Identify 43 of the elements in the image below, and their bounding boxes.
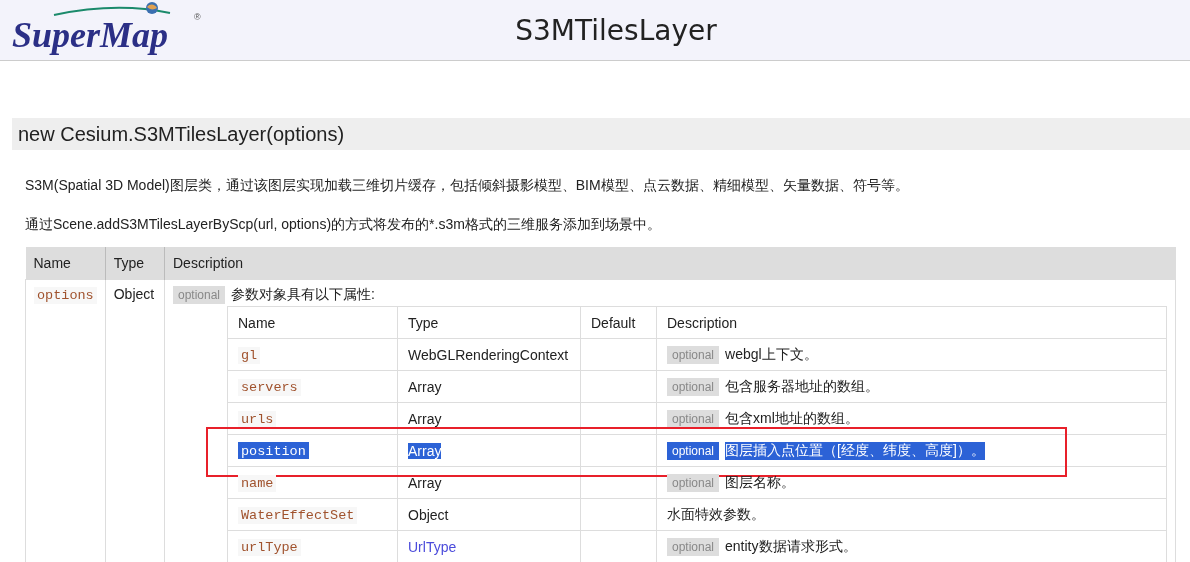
column-header: Type: [105, 247, 165, 280]
property-name: WaterEffectSet: [238, 507, 358, 524]
optional-badge: optional: [667, 537, 720, 556]
column-header: Name: [227, 306, 398, 339]
optional-badge: optional: [667, 409, 720, 428]
property-type: Array: [408, 378, 442, 395]
property-type: Array: [408, 442, 442, 459]
column-header: Description: [164, 247, 1176, 280]
property-description: 水面特效参数。: [667, 505, 765, 522]
property-description: 图层名称。: [725, 473, 796, 490]
type-link[interactable]: UrlType: [408, 538, 457, 555]
page-title: S3MTilesLayer: [514, 13, 718, 47]
table-cell: Object: [105, 279, 165, 562]
property-type: Array: [408, 474, 442, 491]
property-description: 包含xml地址的数组。: [725, 409, 859, 426]
registered-mark: ®: [194, 12, 201, 22]
column-header: Description: [656, 306, 1167, 339]
property-type: WebGLRenderingContext: [408, 346, 569, 363]
property-description: 包含服务器地址的数组。: [725, 377, 880, 394]
property-description: webgl上下文。: [725, 345, 818, 362]
property-description: entity数据请求形式。: [725, 537, 857, 554]
property-type: Array: [408, 410, 442, 427]
property-name: position: [240, 443, 307, 460]
property-name: name: [238, 475, 277, 492]
optional-badge: optional: [667, 473, 720, 492]
property-description: 图层插入点位置（[经度、纬度、高度]）。: [725, 441, 985, 458]
param-name: options: [34, 287, 97, 304]
section-title: new Cesium.S3MTilesLayer(options): [12, 118, 1190, 150]
description-text: S3M(Spatial 3D Model)图层类，通过该图层实现加载三维切片缓存，包括倾斜摄影模型、BIM模型、点云数据、精细模型、矢量数据、符号等。: [24, 176, 910, 195]
property-name: urlType: [238, 539, 301, 556]
optional-badge: optional: [667, 377, 720, 396]
column-header: Name: [25, 247, 106, 280]
optional-badge: optional: [173, 286, 226, 304]
optional-badge: optional: [667, 345, 720, 364]
description-text: 通过Scene.addS3MTilesLayerByScp(url, options)的方式将发布的*.s3m格式的三维服务添加到场景中。: [24, 215, 662, 234]
column-header: Default: [580, 306, 657, 339]
property-name: gl: [238, 347, 261, 364]
property-name: servers: [238, 379, 301, 396]
column-header: Type: [397, 306, 581, 339]
property-type: Object: [408, 506, 449, 523]
logo-text: SuperMap: [12, 15, 169, 55]
orbit-globe-icon: [52, 1, 172, 16]
description-text: 参数对象具有以下属性:: [231, 286, 375, 302]
